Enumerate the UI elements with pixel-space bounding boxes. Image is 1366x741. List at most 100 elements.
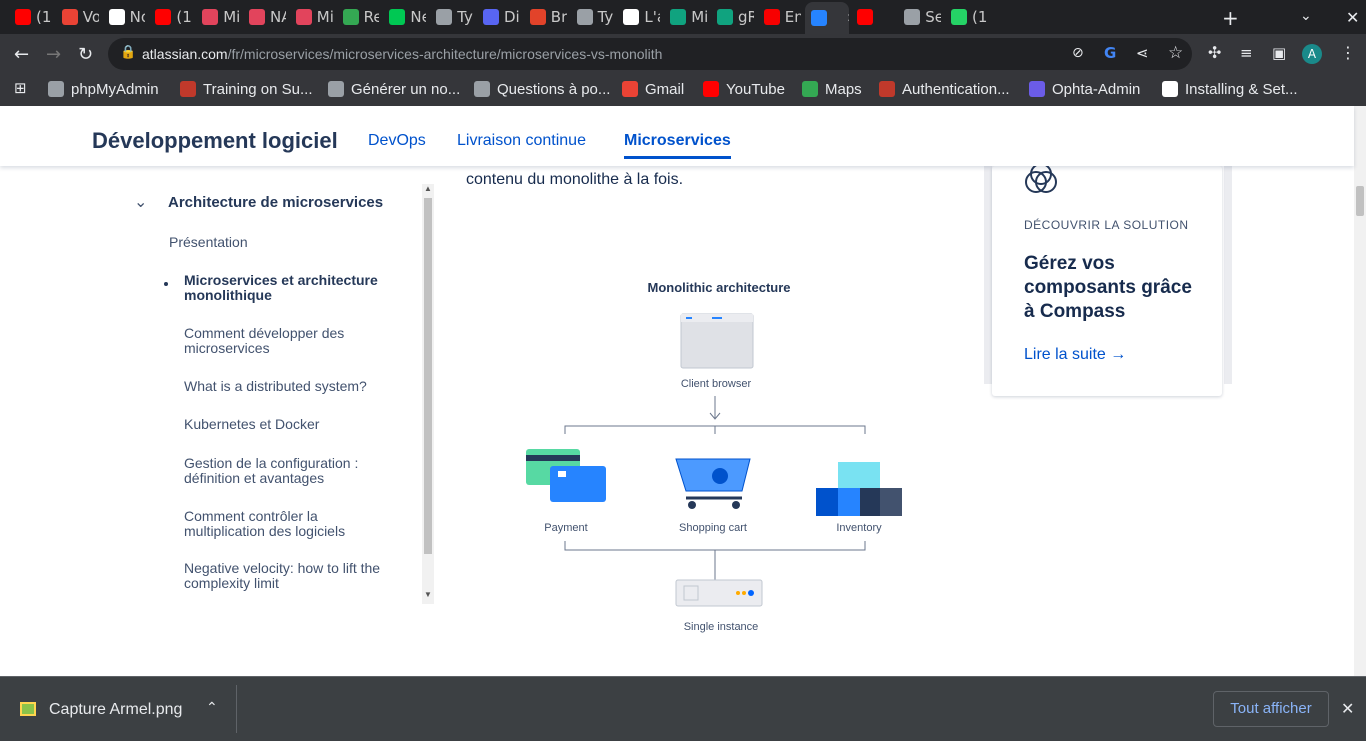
bookmark-star-icon[interactable]: ☆ [1168, 43, 1183, 63]
tab-label: Ty [457, 8, 473, 26]
bookmark-favicon-icon [622, 81, 638, 97]
bookmark-item[interactable]: YouTube [703, 78, 785, 100]
sidebar-item-microservices-vs-monolith[interactable]: Microservices et architecture monolithiq… [184, 273, 404, 303]
browser-tab[interactable]: No [103, 4, 145, 30]
bookmark-item[interactable]: Authentication... [879, 78, 1010, 100]
share-icon[interactable]: ⋖ [1136, 44, 1149, 62]
tab-label: NA [270, 8, 286, 26]
browser-tab[interactable] [851, 4, 894, 30]
chevron-down-icon[interactable]: ⌄ [134, 192, 147, 212]
sidebar-item-presentation[interactable]: Présentation [169, 235, 248, 250]
browser-tab[interactable]: Re [337, 4, 380, 30]
media-icon[interactable]: ≡ [1240, 44, 1253, 62]
download-filename[interactable]: Capture Armel.png [49, 701, 182, 719]
tab-label: Ty [597, 8, 614, 26]
bookmark-item[interactable]: phpMyAdmin [48, 78, 159, 100]
payment-label: Payment [544, 522, 587, 534]
nav-continuous-delivery[interactable]: Livraison continue [457, 132, 586, 150]
bookmark-label: Authentication... [902, 80, 1010, 98]
browser-tab[interactable]: Mi [196, 4, 239, 30]
tracking-icon[interactable]: ⊘ [1072, 45, 1084, 61]
tab-label: Ne [410, 8, 426, 26]
sidebar-section-title[interactable]: Architecture de microservices [168, 194, 383, 211]
menu-icon[interactable]: ⋮ [1340, 43, 1356, 62]
sidebar-item-configuration[interactable]: Gestion de la configuration : définition… [184, 456, 394, 486]
sidebar-item-distributed-system[interactable]: What is a distributed system? [184, 379, 424, 394]
browser-tab[interactable]: gR [711, 4, 754, 30]
sidebar-scrollbar-thumb[interactable] [424, 198, 432, 554]
page-scrollbar-thumb[interactable] [1356, 186, 1364, 216]
divider [236, 685, 237, 733]
promo-card: DÉCOUVRIR LA SOLUTION Gérez vos composan… [992, 166, 1222, 396]
tab-label: Bra [550, 8, 567, 26]
avatar[interactable]: A [1302, 44, 1322, 64]
tab-favicon-icon [61, 9, 78, 25]
side-panel-icon[interactable]: ▣ [1272, 44, 1286, 62]
google-icon[interactable]: G [1104, 44, 1116, 62]
sidebar-item-negative-velocity[interactable]: Negative velocity: how to lift the compl… [184, 561, 414, 591]
bookmark-item[interactable]: Ophta-Admin [1029, 78, 1140, 100]
scroll-up-icon[interactable]: ▲ [424, 184, 432, 193]
close-window-icon[interactable]: ✕ [1346, 8, 1359, 27]
sidebar-item-software-sprawl[interactable]: Comment contrôler la multiplication des … [184, 509, 394, 539]
close-tab-icon[interactable]: ✕ [847, 11, 849, 25]
tab-favicon-icon [576, 9, 593, 25]
new-tab-button[interactable]: + [1222, 6, 1239, 30]
show-all-button[interactable]: Tout afficher [1213, 691, 1329, 727]
tab-label: L'a [644, 8, 660, 26]
browser-tab[interactable]: (1) [945, 4, 988, 30]
page-scrollbar[interactable] [1354, 106, 1366, 676]
browser-tab[interactable]: ✕ [804, 2, 849, 34]
chevron-down-icon[interactable]: ⌄ [1300, 8, 1312, 24]
bookmark-label: phpMyAdmin [71, 80, 159, 98]
tab-favicon-icon [155, 9, 172, 25]
brand-title[interactable]: Développement logiciel [92, 128, 338, 154]
nav-microservices[interactable]: Microservices [624, 132, 731, 159]
browser-tab[interactable]: Vo [56, 4, 99, 30]
bookmark-item[interactable]: Questions à po... [474, 78, 610, 100]
browser-tab[interactable]: (17 [149, 4, 192, 30]
browser-tab[interactable]: Mi [664, 4, 707, 30]
browser-tab[interactable]: NA [243, 4, 286, 30]
bookmark-item[interactable]: Installing & Set... [1162, 78, 1298, 100]
back-icon[interactable]: ← [14, 44, 29, 65]
tab-favicon-icon [389, 9, 406, 25]
browser-tab[interactable]: Dis [477, 4, 520, 30]
browser-tab[interactable]: Ty [571, 4, 614, 30]
browser-tab[interactable]: Ty [430, 4, 473, 30]
tab-favicon-icon [529, 9, 546, 25]
bookmark-item[interactable]: Générer un no... [328, 78, 460, 100]
browser-tab[interactable]: Mi [290, 4, 333, 30]
client-browser-label: Client browser [681, 378, 752, 390]
bookmark-item[interactable]: Gmail [622, 78, 684, 100]
sidebar-item-kubernetes-docker[interactable]: Kubernetes et Docker [184, 417, 319, 432]
close-icon[interactable]: ✕ [1341, 699, 1354, 719]
chevron-up-icon[interactable]: ⌃ [206, 699, 218, 716]
scroll-down-icon[interactable]: ▼ [424, 590, 432, 599]
tab-favicon-icon [15, 9, 31, 25]
extensions-icon[interactable]: ✣ [1208, 43, 1221, 62]
bookmark-favicon-icon [1029, 81, 1045, 97]
bookmark-label: Gmail [645, 80, 685, 98]
connector-line [564, 541, 866, 581]
compass-logo-icon [1025, 166, 1057, 193]
lock-icon[interactable]: 🔒 [120, 45, 136, 60]
card-read-more-link[interactable]: Lire la suite → [1024, 346, 1126, 364]
browser-tab[interactable]: L'a [617, 4, 660, 30]
browser-tab[interactable]: (17 [9, 4, 52, 30]
nav-devops[interactable]: DevOps [368, 132, 426, 150]
browser-tab[interactable]: Se [898, 4, 941, 30]
bookmark-item[interactable]: Maps [802, 78, 862, 100]
bookmark-label: YouTube [726, 80, 785, 98]
browser-tab[interactable]: Bra [524, 4, 567, 30]
tab-label: Re [363, 8, 380, 26]
sidebar-item-develop-microservices[interactable]: Comment développer des microservices [184, 326, 384, 356]
forward-icon[interactable]: → [46, 44, 61, 65]
url-text[interactable]: atlassian.com/fr/microservices/microserv… [142, 46, 662, 62]
browser-tab[interactable]: Ne [383, 4, 426, 30]
apps-icon[interactable]: ⊞ [14, 79, 27, 97]
bookmark-label: Questions à po... [497, 80, 611, 98]
browser-tab[interactable]: En [758, 4, 801, 30]
bookmark-item[interactable]: Training on Su... [180, 78, 313, 100]
reload-icon[interactable]: ↻ [78, 44, 93, 65]
